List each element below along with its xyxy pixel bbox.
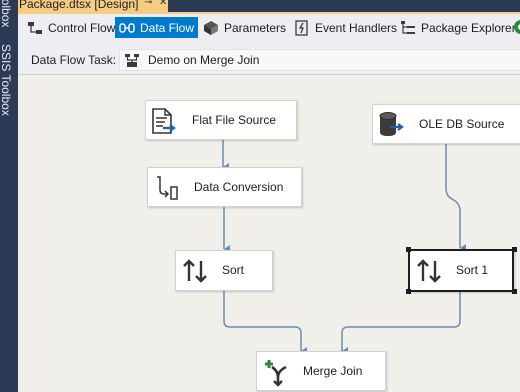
pin-icon[interactable]: ⊸	[144, 0, 152, 8]
tab-event-handlers[interactable]: Event Handlers	[290, 17, 401, 38]
component-label: Sort 1	[456, 263, 489, 277]
tab-label: Package Explorer	[421, 20, 516, 35]
tab-label: Event Handlers	[315, 20, 398, 35]
tab-label: Parameters	[224, 20, 287, 35]
component-merge-join[interactable]: Merge Join	[256, 351, 386, 391]
component-label: Merge Join	[303, 364, 363, 378]
component-flat-file-source[interactable]: Flat File Source	[145, 100, 297, 140]
selected-task-value: Demo on Merge Join	[148, 53, 260, 67]
connector-sort1-to-mergejoin	[341, 291, 461, 355]
component-data-conversion[interactable]: Data Conversion	[147, 167, 302, 207]
side-panel-strip: SSIS Toolbox oolbox	[0, 0, 18, 392]
component-sort[interactable]: Sort	[175, 250, 273, 291]
parameters-icon	[204, 20, 218, 35]
toolbox-tab[interactable]: oolbox	[0, 0, 13, 27]
component-ole-db-source[interactable]: OLE DB Source	[372, 104, 520, 144]
tab-data-flow[interactable]: Data Flow	[115, 17, 199, 38]
component-label: Flat File Source	[192, 113, 277, 127]
data-flow-task-label: Data Flow Task:	[31, 53, 117, 67]
component-sort-1[interactable]: Sort 1	[408, 249, 514, 292]
tab-control-flow[interactable]: Control Flow	[23, 17, 119, 38]
flat-file-source-icon	[152, 108, 176, 134]
resize-handle[interactable]	[406, 289, 411, 294]
tab-package-explorer[interactable]: Package Explorer	[396, 17, 520, 38]
data-flow-icon	[119, 22, 135, 33]
ssis-toolbox-tab[interactable]: SSIS Toolbox	[0, 44, 13, 116]
package-explorer-icon	[401, 20, 415, 34]
connector-sort-to-mergejoin	[223, 291, 307, 355]
data-flow-task-bar: Data Flow Task: Demo on Merge Join	[18, 44, 520, 75]
component-label: Data Conversion	[194, 180, 284, 194]
data-flow-task-select[interactable]: Demo on Merge Join	[119, 49, 520, 71]
data-flow-canvas[interactable]: Flat File Source OLE DB Source Data Conv…	[18, 75, 520, 392]
ole-db-source-icon	[379, 112, 404, 136]
status-circle-icon	[514, 20, 520, 34]
resize-handle[interactable]	[512, 247, 517, 252]
document-tab[interactable]: Package.dtsx [Design] ⊸ ✕	[18, 0, 168, 12]
designer-tab-bar: Control Flow Data Flow Parameters Event …	[18, 14, 520, 44]
resize-handle[interactable]	[406, 247, 411, 252]
merge-join-icon	[265, 360, 287, 387]
document-tab-title: Package.dtsx [Design]	[19, 0, 139, 11]
control-flow-icon	[28, 21, 42, 34]
data-conversion-icon	[157, 176, 178, 200]
data-flow-task-icon	[125, 54, 139, 67]
close-icon[interactable]: ✕	[159, 0, 167, 8]
tab-parameters[interactable]: Parameters	[199, 17, 290, 38]
tab-label: Control Flow	[48, 20, 116, 35]
component-label: Sort	[222, 263, 245, 277]
sort-icon	[183, 259, 207, 283]
sort-icon	[417, 259, 441, 283]
event-handlers-icon	[295, 19, 308, 36]
resize-handle[interactable]	[512, 289, 517, 294]
tab-label: Data Flow	[140, 20, 195, 35]
component-label: OLE DB Source	[419, 117, 505, 131]
connector-oledb-to-sort1	[445, 142, 466, 252]
